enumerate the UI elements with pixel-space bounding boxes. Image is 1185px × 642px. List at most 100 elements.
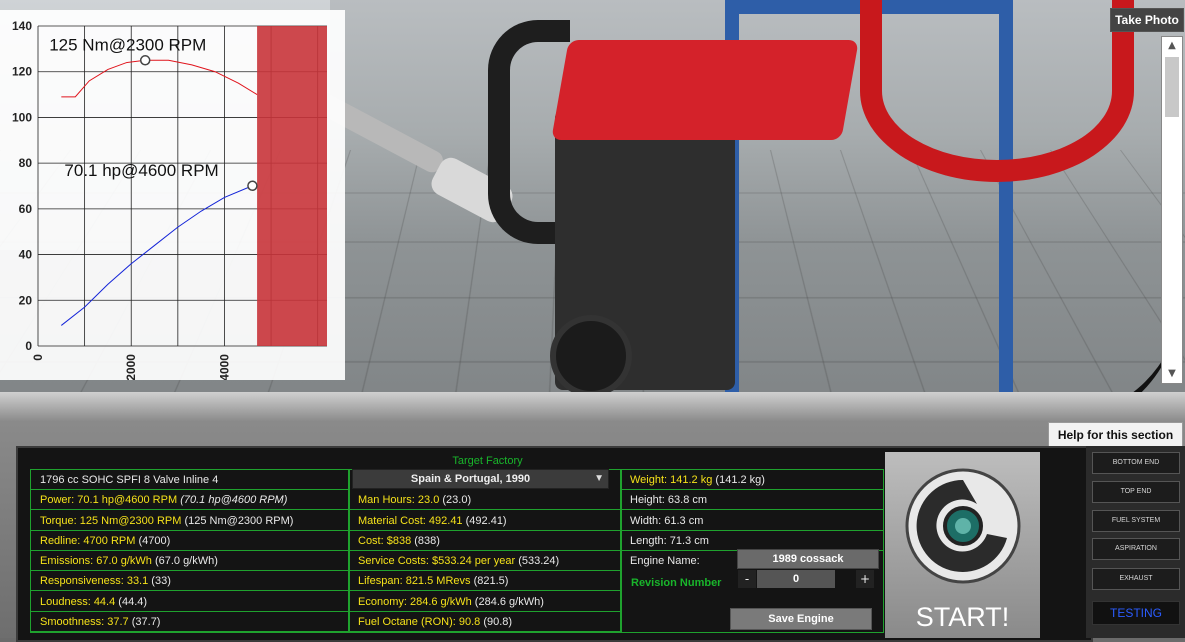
peak-label: 125 Nm@2300 RPM (49, 35, 206, 54)
peak-marker (141, 56, 150, 65)
target-factory-label: Target Factory (350, 455, 625, 467)
nav-testing[interactable]: TESTING (1092, 601, 1180, 625)
section-nav: BOTTOM END TOP END FUEL SYSTEM ASPIRATIO… (1086, 446, 1185, 638)
game-logo-icon (903, 466, 1023, 586)
nav-exhaust[interactable]: EXHAUST (1092, 568, 1180, 590)
stat-reference: (141.2 kg) (715, 474, 765, 486)
crank-pulley (550, 315, 632, 397)
y-tick-label: 100 (12, 110, 32, 124)
stat-row: Lifespan: 821.5 MRevs (821.5) (349, 571, 621, 591)
x-tick-label: 2000 (124, 354, 138, 380)
revision-number-label: Revision Number (631, 577, 721, 589)
stat-value: Fuel Octane (RON): 90.8 (358, 616, 480, 628)
stat-row: Smoothness: 37.7 (37.7) (31, 612, 349, 632)
stat-reference: (23.0) (442, 494, 471, 506)
nav-top-end[interactable]: TOP END (1092, 481, 1180, 503)
stat-row: Material Cost: 492.41 (492.41) (349, 511, 621, 531)
stat-value: Cost: $838 (358, 535, 411, 547)
stat-reference: (492.41) (466, 515, 507, 527)
stat-reference: (70.1 hp@4600 RPM) (180, 494, 287, 506)
help-button[interactable]: Help for this section (1048, 422, 1183, 448)
scroll-up-icon[interactable]: ▲ (1162, 37, 1182, 55)
stat-reference: (125 Nm@2300 RPM) (184, 515, 293, 527)
stat-value: Emissions: 67.0 g/kWh (40, 555, 152, 567)
stat-row: Loudness: 44.4 (44.4) (31, 592, 349, 612)
engine-name-label: Engine Name: (630, 555, 700, 567)
stat-row: Economy: 284.6 g/kWh (284.6 g/kWh) (349, 592, 621, 612)
stat-row: Man Hours: 23.0 (23.0) (349, 490, 621, 510)
y-tick-label: 20 (19, 293, 33, 307)
stat-value: Redline: 4700 RPM (40, 535, 135, 547)
peak-label: 70.1 hp@4600 RPM (64, 161, 218, 180)
revision-plus-button[interactable]: + (856, 570, 874, 588)
stat-row: Redline: 4700 RPM (4700) (31, 531, 349, 551)
chevron-down-icon[interactable]: ▼ (594, 470, 604, 488)
peak-marker (248, 181, 257, 190)
x-tick-label: 0 (31, 354, 45, 361)
x-tick-label: 4000 (217, 354, 231, 380)
stat-row: Responsiveness: 33.1 (33) (31, 571, 349, 591)
scroll-down-icon[interactable]: ▼ (1162, 365, 1182, 383)
nav-fuel-system[interactable]: FUEL SYSTEM (1092, 510, 1180, 532)
stat-reference: (533.24) (518, 555, 559, 567)
stat-reference: (821.5) (474, 575, 509, 587)
stat-row: Width: 61.3 cm (621, 511, 883, 531)
dyno-chart: 140 120 100 80 60 40 20 0 0 2000 4000 125 Nm@2300… (0, 10, 345, 380)
engine-valve-cover (551, 40, 859, 140)
stat-value: Service Costs: $533.24 per year (358, 555, 515, 567)
stat-reference: (838) (414, 535, 440, 547)
revision-minus-button[interactable]: - (738, 570, 756, 588)
stat-value: Economy: 284.6 g/kWh (358, 596, 472, 608)
scroll-thumb[interactable] (1165, 57, 1179, 117)
stat-row: Weight: 141.2 kg (141.2 kg) (621, 470, 883, 490)
stat-row: Fuel Octane (RON): 90.8 (90.8) (349, 612, 621, 632)
stat-value: Material Cost: 492.41 (358, 515, 463, 527)
nav-aspiration[interactable]: ASPIRATION (1092, 538, 1180, 560)
engine-name-field[interactable]: 1989 cossack (737, 549, 879, 569)
stat-reference: (44.4) (118, 596, 147, 608)
stat-row: Cost: $838 (838) (349, 531, 621, 551)
y-tick-label: 0 (25, 339, 32, 353)
stat-value: Power: 70.1 hp@4600 RPM (40, 494, 177, 506)
nav-bottom-end[interactable]: BOTTOM END (1092, 452, 1180, 474)
stat-value: Length: 71.3 cm (630, 535, 709, 547)
stats-column-2: Man Hours: 23.0 (23.0) Material Cost: 492… (348, 469, 622, 633)
stat-row: Power: 70.1 hp@4600 RPM (70.1 hp@4600 RP… (31, 490, 349, 510)
scrollbar[interactable]: ▲ ▼ (1161, 36, 1183, 384)
stat-value: Man Hours: 23.0 (358, 494, 439, 506)
stat-row: Emissions: 67.0 g/kWh (67.0 g/kWh) (31, 551, 349, 571)
y-tick-label: 120 (12, 65, 32, 79)
stat-reference: (90.8) (483, 616, 512, 628)
save-engine-button[interactable]: Save Engine (730, 608, 872, 630)
stat-row: 1796 cc SOHC SPFI 8 Valve Inline 4 (31, 470, 349, 490)
revision-number-field[interactable]: 0 (757, 570, 835, 588)
radiator-fan (860, 0, 1134, 182)
y-tick-label: 60 (19, 202, 33, 216)
stat-reference: (4700) (138, 535, 170, 547)
stat-row: Length: 71.3 cm (621, 531, 883, 551)
y-tick-label: 80 (19, 156, 33, 170)
stat-reference: (37.7) (132, 616, 161, 628)
stat-row: Height: 63.8 cm (621, 490, 883, 510)
stat-reference: (67.0 g/kWh) (155, 555, 218, 567)
stat-value: Torque: 125 Nm@2300 RPM (40, 515, 181, 527)
stat-reference: (33) (151, 575, 171, 587)
redline-band (257, 26, 327, 346)
take-photo-button[interactable]: Take Photo (1110, 8, 1184, 32)
stat-value: Weight: 141.2 kg (630, 474, 712, 486)
target-factory-select[interactable]: Spain & Portugal, 1990 ▼ (352, 469, 609, 489)
target-factory-value: Spain & Portugal, 1990 (353, 470, 588, 488)
stat-row: Service Costs: $533.24 per year (533.24) (349, 551, 621, 571)
stat-value: Width: 61.3 cm (630, 515, 703, 527)
stat-reference: (284.6 g/kWh) (475, 596, 544, 608)
stat-value: Responsiveness: 33.1 (40, 575, 148, 587)
start-button[interactable]: START! (885, 598, 1040, 636)
y-tick-label: 40 (19, 248, 33, 262)
y-tick-label: 140 (12, 19, 32, 33)
stat-value: Height: 63.8 cm (630, 494, 707, 506)
stats-column-1: 1796 cc SOHC SPFI 8 Valve Inline 4 Power:… (30, 469, 350, 633)
stat-value: 1796 cc SOHC SPFI 8 Valve Inline 4 (40, 474, 218, 486)
stat-value: Lifespan: 821.5 MRevs (358, 575, 471, 587)
stat-value: Smoothness: 37.7 (40, 616, 129, 628)
stat-row: Torque: 125 Nm@2300 RPM (125 Nm@2300 RPM… (31, 511, 349, 531)
